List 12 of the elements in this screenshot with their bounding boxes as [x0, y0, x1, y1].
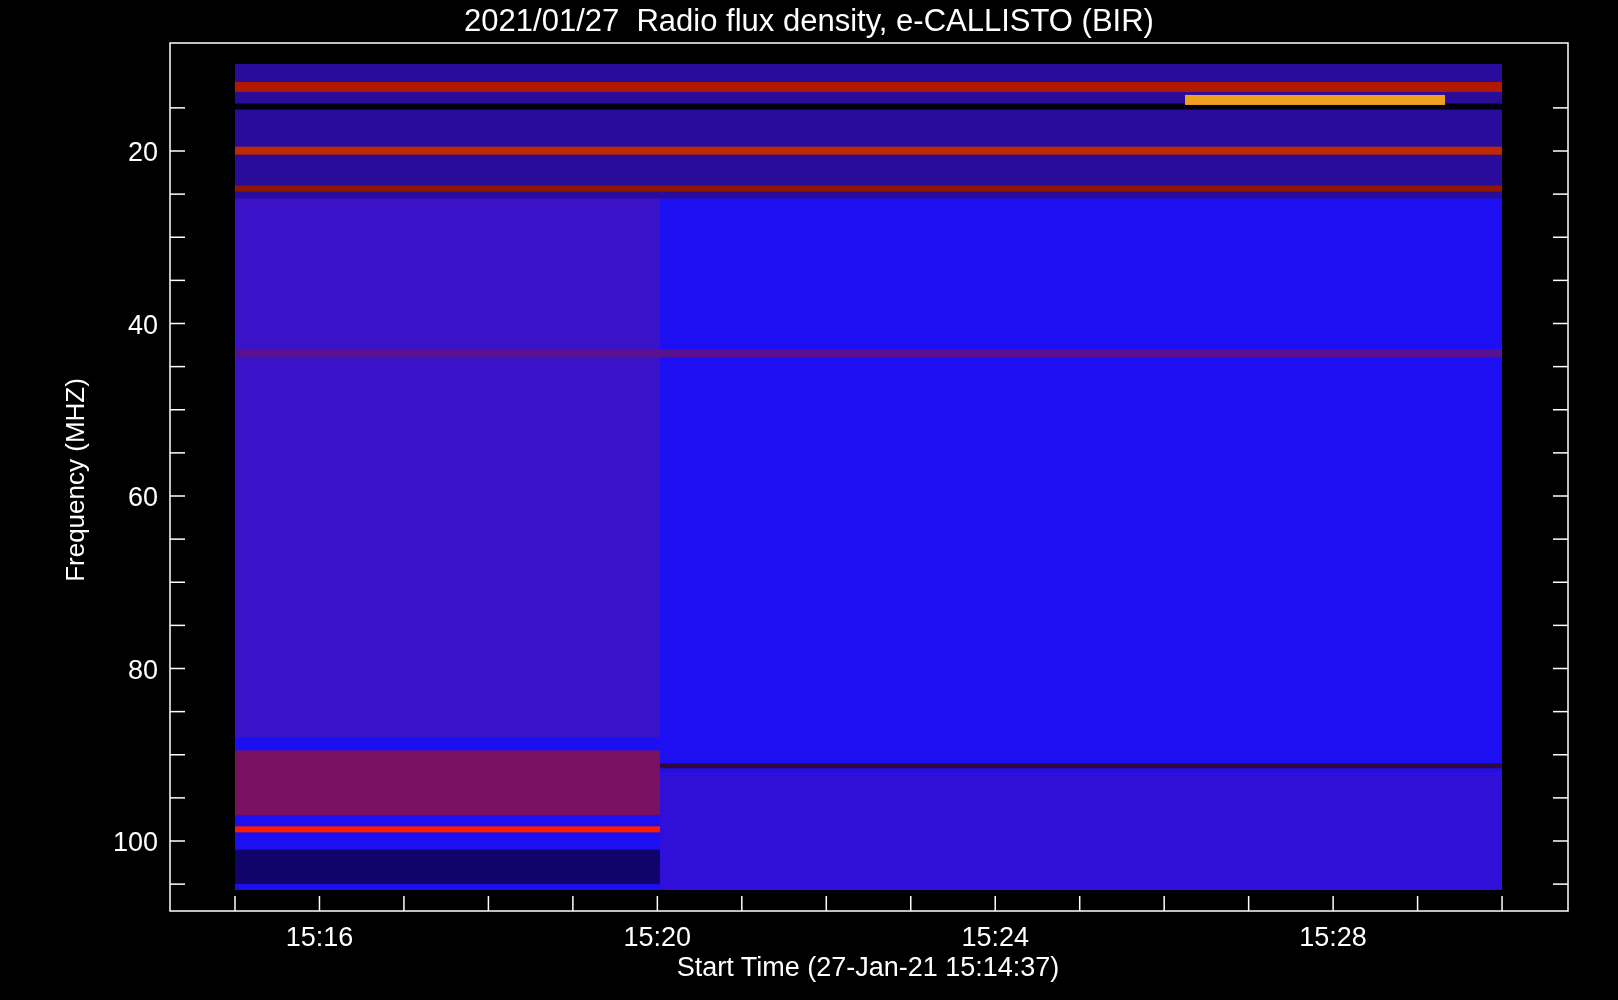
tick-label: 15:24 [961, 922, 1029, 952]
tick-label: 40 [127, 309, 158, 340]
tick-label: 20 [127, 137, 158, 167]
tick-label: 100 [112, 827, 158, 857]
tick-label: 15:28 [1299, 922, 1367, 952]
axis-label: Start Time (27-Jan-21 15:14:37) [676, 952, 1060, 982]
axis-label: Frequency (MHZ) [60, 378, 90, 582]
plot-title: 2021/01/27 Radio flux density, e-CALLISTO (BIR) [464, 3, 1154, 38]
tick-label: 60 [127, 482, 158, 512]
tick-label: 15:16 [285, 922, 354, 952]
tick-label: 15:20 [623, 922, 692, 952]
tick-label: 80 [127, 654, 158, 685]
